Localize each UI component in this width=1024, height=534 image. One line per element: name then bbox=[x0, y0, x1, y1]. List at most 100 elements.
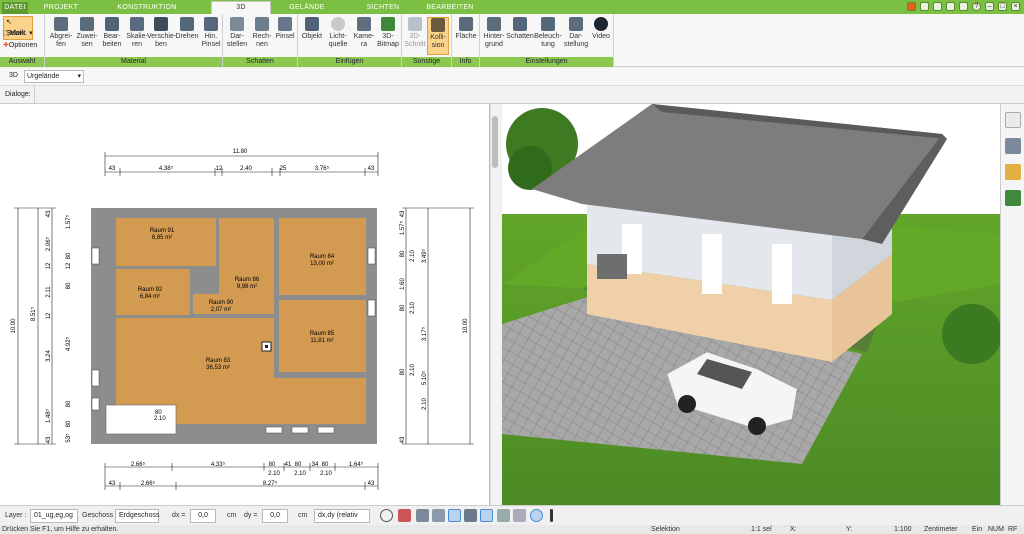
divider bbox=[34, 86, 35, 104]
room-83-b[interactable] bbox=[179, 378, 366, 424]
dim-bottom-3: 80 bbox=[269, 462, 276, 468]
tab-konstruktion[interactable]: KONSTRUKTION bbox=[112, 2, 182, 14]
scale-icon bbox=[130, 17, 144, 31]
group-einfuegen: Objekt Licht- quelle Kame- ra 3D- Bitmap… bbox=[298, 14, 402, 67]
dim-top-7: 43 bbox=[368, 166, 375, 172]
tab-3d[interactable]: 3D bbox=[211, 1, 271, 14]
dim-left-8: 43 bbox=[46, 436, 52, 443]
schatten-rechnen-button[interactable]: Rech- nen bbox=[250, 17, 274, 49]
texture-icon[interactable] bbox=[1005, 164, 1021, 180]
flaeche-button[interactable]: Fläche bbox=[454, 17, 478, 41]
layer-toggle-icon[interactable] bbox=[480, 509, 493, 522]
window-icon[interactable] bbox=[959, 2, 968, 11]
clock-icon[interactable] bbox=[380, 509, 393, 522]
dim-bottom-8: 1.64⁵ bbox=[349, 461, 364, 468]
grid-icon[interactable] bbox=[432, 509, 445, 522]
options-button[interactable]: ✚Optionen bbox=[3, 40, 37, 51]
tab-sichten[interactable]: SICHTEN bbox=[358, 2, 408, 14]
3d-view[interactable] bbox=[502, 104, 1000, 505]
kamera-button[interactable]: Kame- ra bbox=[352, 17, 376, 49]
tab-gelaende[interactable]: GELÄNDE bbox=[282, 2, 332, 14]
measure-icon[interactable] bbox=[513, 509, 526, 522]
north-icon[interactable] bbox=[530, 509, 543, 522]
status-x: X: bbox=[790, 526, 797, 533]
edit-material-icon bbox=[105, 17, 119, 31]
screen-icon[interactable] bbox=[398, 509, 411, 522]
group-label-einstellungen: Einstellungen bbox=[480, 57, 613, 67]
dim-left2-1: 1.57⁵ bbox=[65, 214, 72, 229]
darstellung-button[interactable]: Dar- stellung bbox=[564, 17, 588, 49]
minimize-icon[interactable]: – bbox=[985, 2, 994, 11]
save-icon[interactable] bbox=[946, 2, 955, 11]
abgreifen-button[interactable]: Abgrei- fen bbox=[48, 17, 74, 49]
schatten-pinsel-button[interactable]: Pinsel bbox=[274, 17, 296, 41]
kollision-button[interactable]: Kolli- sion bbox=[427, 17, 449, 55]
dim-right-3: 80 bbox=[400, 250, 406, 257]
view-mode-label: 3D bbox=[9, 72, 18, 79]
dim-right-10: 2.10 bbox=[422, 398, 428, 410]
maximize-icon[interactable]: □ bbox=[998, 2, 1007, 11]
bearbeiten-button[interactable]: Bear- beiten bbox=[100, 17, 124, 49]
terrain-select[interactable]: Urgelände ▾ bbox=[24, 70, 84, 83]
geschoss-select[interactable]: Erdgeschoss bbox=[115, 509, 159, 523]
dx-input[interactable]: 0,0 bbox=[190, 509, 216, 523]
dim-bottom-h2: 2.10 bbox=[294, 471, 306, 477]
group-einstellungen: Hinter- grund Schatten Beleuch- tung Dar… bbox=[480, 14, 614, 67]
snap-icon[interactable] bbox=[416, 509, 429, 522]
3d-schnitt-button[interactable]: 3D- Schnitt bbox=[404, 17, 426, 49]
room-91[interactable] bbox=[116, 218, 216, 266]
tab-projekt[interactable]: PROJEKT bbox=[36, 2, 86, 14]
room-91-area: 6,85 m² bbox=[152, 235, 172, 241]
zuweisen-button[interactable]: Zuwei- sen bbox=[75, 17, 99, 49]
objekt-button[interactable]: Objekt bbox=[300, 17, 324, 41]
dim-right-4: 3.49⁵ bbox=[421, 248, 428, 263]
layout-icon[interactable] bbox=[933, 2, 942, 11]
einst-schatten-button[interactable]: Schatten bbox=[506, 17, 534, 41]
play-icon bbox=[594, 17, 608, 31]
chimney-dot bbox=[265, 345, 268, 348]
dim-right-2: 1.57⁵ bbox=[399, 220, 406, 235]
dim-bottom-h3: 2.10 bbox=[320, 471, 332, 477]
line-icon[interactable] bbox=[448, 509, 461, 522]
top-dimensions bbox=[104, 152, 379, 176]
room-85-name: Raum 85 bbox=[310, 331, 335, 337]
beleuchtung-button[interactable]: Beleuch- tung bbox=[534, 17, 562, 49]
coord-mode-select[interactable]: dx,dy (relativ ke bbox=[314, 509, 370, 523]
dy-label: dy = bbox=[244, 512, 258, 519]
door-height-label: 2.10 bbox=[154, 416, 166, 422]
hin-pinsel-button[interactable]: Hin. Pinsel bbox=[200, 17, 222, 49]
restore-icon[interactable] bbox=[920, 2, 929, 11]
floor-plan-view[interactable]: 11.80 43 4.38⁵ 12 2.40 25 3.76⁵ 43 Raum … bbox=[0, 104, 490, 505]
drehen-button[interactable]: Drehen bbox=[175, 17, 199, 41]
hintergrund-button[interactable]: Hinter- grund bbox=[481, 17, 507, 49]
help-icon[interactable]: ? bbox=[972, 2, 981, 11]
group-label-auswahl: Auswahl bbox=[0, 57, 44, 67]
mark-button[interactable]: ⬚Mark. ▾ bbox=[3, 28, 33, 39]
close-icon[interactable]: × bbox=[1011, 2, 1020, 11]
scrollbar-thumb[interactable] bbox=[492, 116, 498, 168]
layers-icon[interactable] bbox=[1005, 112, 1021, 128]
verschieben-button[interactable]: Verschie- ben bbox=[147, 17, 176, 49]
dim-top-6: 3.76⁵ bbox=[315, 165, 330, 172]
plant-icon[interactable] bbox=[1005, 190, 1021, 206]
3d-bitmap-button[interactable]: 3D- Bitmap bbox=[376, 17, 400, 49]
dim-bottom-4: 41 bbox=[285, 462, 292, 468]
layer-select[interactable]: 01_ug,eg,og bbox=[30, 509, 78, 523]
dim-left-3: 12 bbox=[46, 262, 52, 269]
lichtquelle-button[interactable]: Licht- quelle bbox=[325, 17, 351, 49]
right-panel bbox=[1000, 104, 1024, 505]
hatch-icon[interactable] bbox=[497, 509, 510, 522]
eyedropper-icon bbox=[54, 17, 68, 31]
video-button[interactable]: Video bbox=[589, 17, 613, 41]
dim-total-top: 11.80 bbox=[233, 149, 248, 155]
curve-icon[interactable] bbox=[464, 509, 477, 522]
pin-icon[interactable] bbox=[907, 2, 916, 11]
chair-catalog-icon[interactable] bbox=[1005, 138, 1021, 154]
plan-scrollbar[interactable] bbox=[490, 104, 500, 505]
schatten-darstellen-button[interactable]: Dar- stellen bbox=[225, 17, 249, 49]
dim-left2-8: 53⁵ bbox=[65, 433, 72, 443]
dy-input[interactable]: 0,0 bbox=[262, 509, 288, 523]
tab-bearbeiten[interactable]: BEARBEITEN bbox=[420, 2, 480, 14]
tab-datei[interactable]: DATEI bbox=[2, 2, 28, 14]
skalieren-button[interactable]: Skalie- ren bbox=[125, 17, 149, 49]
